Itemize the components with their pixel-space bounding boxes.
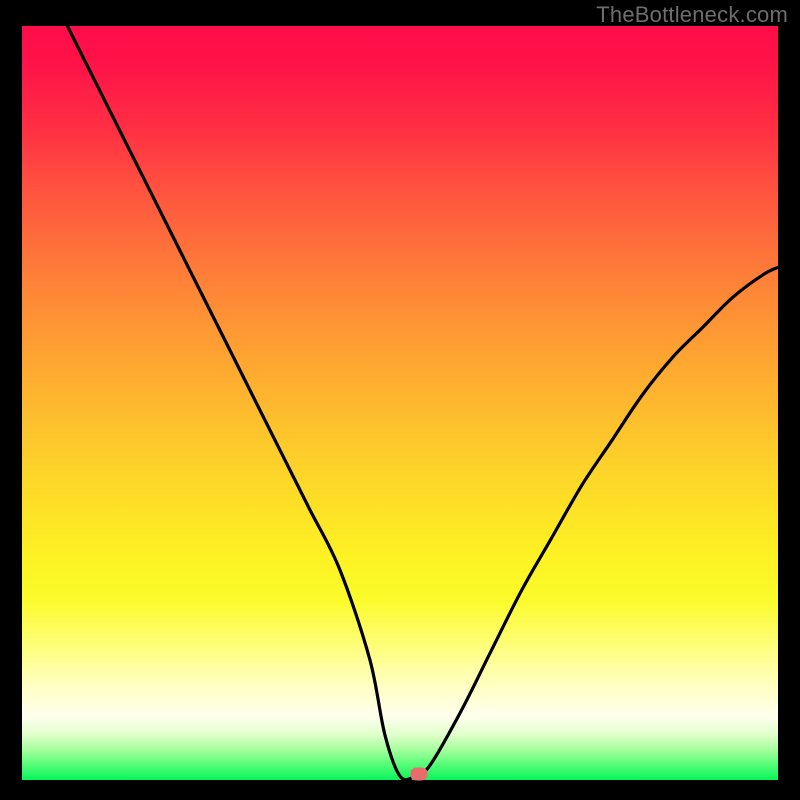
chart-frame: TheBottleneck.com <box>0 0 800 800</box>
current-config-marker <box>410 767 427 780</box>
watermark-text: TheBottleneck.com <box>596 2 788 28</box>
bottleneck-curve <box>22 26 778 780</box>
plot-area <box>22 26 778 780</box>
